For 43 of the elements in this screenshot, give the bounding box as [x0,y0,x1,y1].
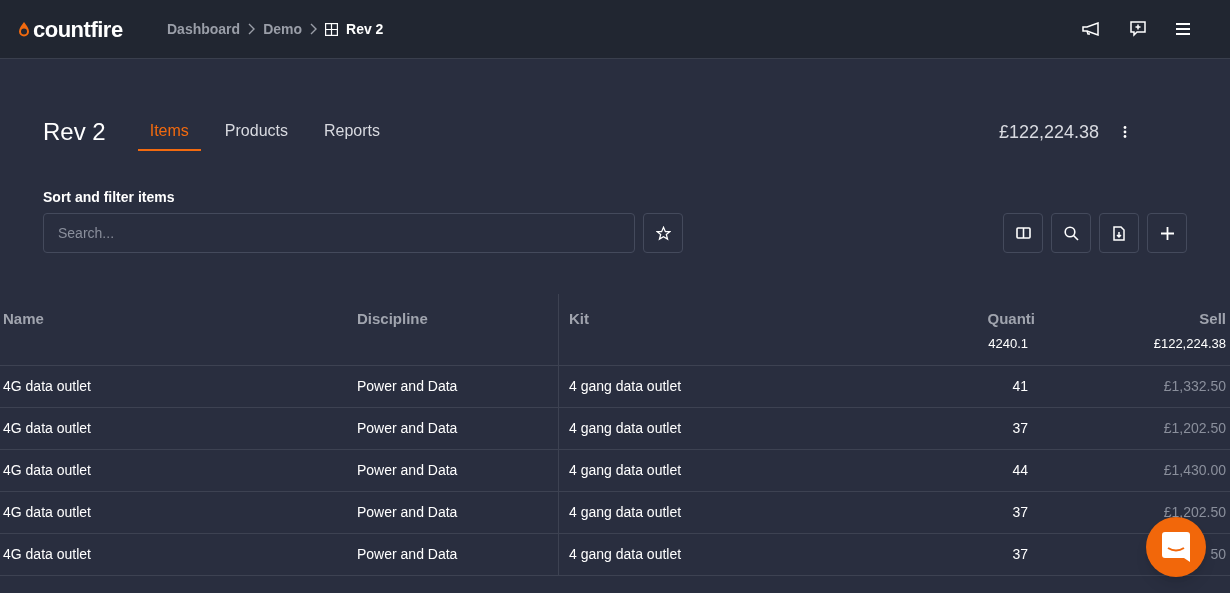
tab[interactable]: Items [137,113,201,151]
tab[interactable]: Products [212,113,300,151]
table-cell-text: 4 gang data outlet [569,461,682,480]
table-cell-text: 4G data outlet [3,419,91,438]
breadcrumb-link[interactable]: Rev 2 [346,18,384,40]
tab[interactable]: Reports [311,113,392,151]
table-cell-text: Power and Data [357,419,458,438]
search-field[interactable]: Search... [43,213,635,253]
table-cell-text: £1,202.50 [1163,419,1226,438]
table-cell-text: 4 gang data outlet [569,545,682,564]
table-cell-text: 37 [1012,503,1028,522]
table-cell-text: Power and Data [357,503,458,522]
table-cell-text: £1,332.50 [1163,377,1226,396]
table-cell-text: 4G data outlet [3,545,91,564]
table-cell-text: 4 gang data outlet [569,377,682,396]
filter-label: Sort and filter items [43,188,176,207]
table-cell-text: £1,202.50 [1163,503,1226,522]
table-cell-text: Power and Data [357,461,458,480]
table-cell-text: 44 [1012,461,1028,480]
total-amount: £122,224.38 [998,120,1099,144]
brand-name: countfire [33,15,123,44]
table-cell-text: 41 [1012,377,1028,396]
table-cell-text: 4 gang data outlet [569,419,682,438]
breadcrumb-link[interactable]: Demo [263,18,303,40]
breadcrumb-link[interactable]: Dashboard [167,18,241,40]
column-header[interactable]: Quanti [987,308,1035,331]
table-cell-text: 37 [1012,419,1028,438]
table-cell-text: 37 [1012,545,1028,564]
table-cell-text: 4G data outlet [3,377,91,396]
table-cell-text: 4G data outlet [3,461,91,480]
table-cell-text: £1,430.00 [1163,461,1226,480]
column-header[interactable]: Discipline [357,308,558,331]
column-header[interactable]: Kit [569,308,865,331]
table-cell-text: 4G data outlet [3,503,91,522]
page-title: Rev 2 [43,117,106,147]
column-total: £122,224.38 [1153,334,1226,353]
column-header[interactable]: Sell [1199,308,1226,331]
column-total: 4240.1 [988,334,1028,353]
table-cell-text: Power and Data [357,545,458,564]
table-cell-text: 50 [1210,545,1226,564]
table-cell-text: Power and Data [357,377,458,396]
column-header[interactable]: Name [3,308,357,331]
table-cell-text: 4 gang data outlet [569,503,682,522]
